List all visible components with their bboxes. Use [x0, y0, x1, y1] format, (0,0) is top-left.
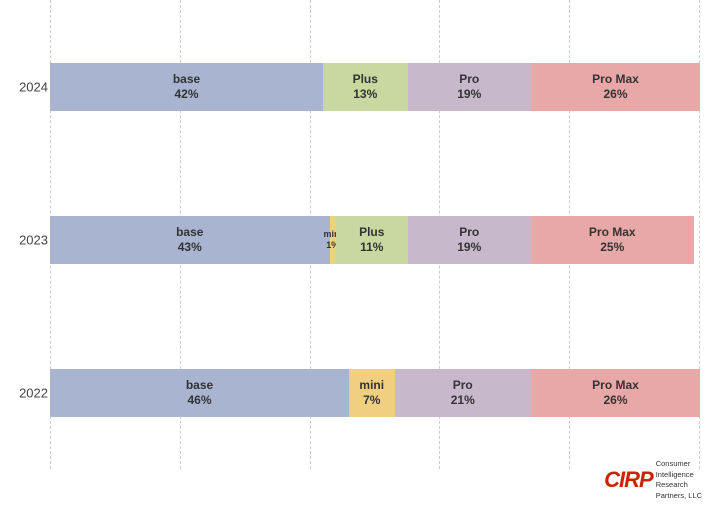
segment-mini-2022: mini7%: [349, 369, 395, 417]
segment-label: Pro Max: [592, 378, 639, 392]
segment-pct: 11%: [360, 240, 383, 254]
segment-label: base: [176, 225, 203, 239]
segment-base-2023: base43%: [50, 216, 330, 264]
logo-subtitle: ConsumerIntelligenceResearchPartners, LL…: [656, 459, 702, 501]
year-label-2023: 2023: [12, 232, 48, 247]
segment-pct: 25%: [600, 240, 624, 254]
segment-pct: 26%: [603, 87, 627, 101]
logo-graphic: CIRP ConsumerIntelligenceResearchPartner…: [604, 459, 702, 501]
segment-label: base: [186, 378, 213, 392]
segment-label: Plus: [359, 225, 384, 239]
bar-row-2024: base42%Plus13%Pro19%Pro Max26%: [50, 63, 700, 111]
segment-label: Pro Max: [592, 72, 639, 86]
segment-pro-2024: Pro19%: [408, 63, 532, 111]
year-label-2024: 2024: [12, 79, 48, 94]
segment-pct: 46%: [187, 393, 211, 407]
segment-plus-2024: Plus13%: [323, 63, 408, 111]
chart-container: 2024base42%Plus13%Pro19%Pro Max26%2023ba…: [0, 0, 720, 509]
segment-label: Pro: [459, 225, 479, 239]
logo-cirp-text: CIRP: [604, 469, 653, 491]
segment-pct: 42%: [174, 87, 198, 101]
segment-pct: 13%: [353, 87, 377, 101]
segment-base-2022: base46%: [50, 369, 349, 417]
segment-label: Plus: [353, 72, 378, 86]
segment-pct: 19%: [457, 240, 481, 254]
segment-label: Pro: [459, 72, 479, 86]
segment-pct: 7%: [363, 393, 380, 407]
segment-pct: 43%: [178, 240, 202, 254]
segment-label: Pro Max: [589, 225, 636, 239]
chart-row-2023: 2023base43%mini1%Plus11%Pro19%Pro Max25%: [50, 180, 700, 300]
year-label-2022: 2022: [12, 385, 48, 400]
segment-pro-max-2024: Pro Max26%: [531, 63, 700, 111]
chart-row-2024: 2024base42%Plus13%Pro19%Pro Max26%: [50, 27, 700, 147]
logo-area: CIRP ConsumerIntelligenceResearchPartner…: [604, 459, 702, 501]
segment-pct: 26%: [603, 393, 627, 407]
bar-row-2022: base46%mini7%Pro21%Pro Max26%: [50, 369, 700, 417]
rows-area: 2024base42%Plus13%Pro19%Pro Max26%2023ba…: [50, 10, 700, 469]
segment-pro-max-2023: Pro Max25%: [531, 216, 694, 264]
segment-pro-max-2022: Pro Max26%: [531, 369, 700, 417]
segment-label: Pro: [453, 378, 473, 392]
segment-pct: 21%: [451, 393, 475, 407]
segment-pro-2022: Pro21%: [395, 369, 532, 417]
segment-base-2024: base42%: [50, 63, 323, 111]
segment-plus-2023: Plus11%: [336, 216, 408, 264]
segment-label: mini: [359, 378, 384, 392]
segment-pct: 19%: [457, 87, 481, 101]
chart-row-2022: 2022base46%mini7%Pro21%Pro Max26%: [50, 333, 700, 453]
segment-label: base: [173, 72, 200, 86]
segment-pro-2023: Pro19%: [408, 216, 532, 264]
bar-row-2023: base43%mini1%Plus11%Pro19%Pro Max25%: [50, 216, 700, 264]
